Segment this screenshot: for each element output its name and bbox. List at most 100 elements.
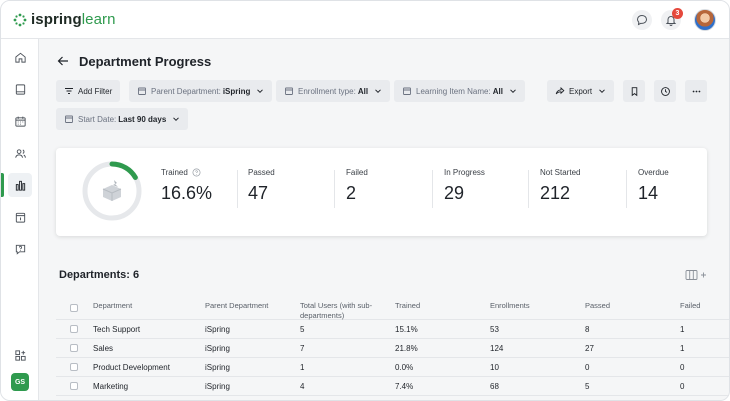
cell-parent-department: iSpring <box>205 363 230 372</box>
stat-divider <box>626 170 627 208</box>
table-row[interactable]: Marketing iSpring 4 7.4% 68 5 0 <box>56 377 729 396</box>
sidebar-item-reports[interactable] <box>8 173 32 197</box>
cell-total-users: 7 <box>300 344 305 353</box>
workspace-badge[interactable]: GS <box>11 373 29 391</box>
cell-parent-department: iSpring <box>205 382 230 391</box>
start-date-label: Start Date: <box>78 114 117 124</box>
sidebar-item-events[interactable] <box>8 205 32 229</box>
row-checkbox[interactable] <box>70 344 78 352</box>
stat-overdue: Overdue 14 <box>638 168 669 204</box>
header-failed[interactable]: Failed <box>680 301 700 311</box>
departments-table: Department Parent Department Total Users… <box>56 298 729 396</box>
table-row[interactable]: Product Development iSpring 1 0.0% 10 0 … <box>56 358 729 377</box>
sidebar-item-add-apps[interactable] <box>8 343 32 367</box>
header-passed[interactable]: Passed <box>585 301 610 311</box>
parent-department-label: Parent Department: <box>151 86 221 96</box>
learning-item-label: Learning Item Name: <box>416 86 491 96</box>
bookmark-icon <box>631 86 637 96</box>
header-department[interactable]: Department <box>93 301 132 311</box>
chevron-down-icon <box>375 89 381 94</box>
cell-department: Sales <box>93 344 114 353</box>
row-checkbox[interactable] <box>70 325 78 333</box>
table-row[interactable]: Tech Support iSpring 5 15.1% 53 8 1 <box>56 320 729 339</box>
cell-parent-department: iSpring <box>205 325 230 334</box>
calendar-icon <box>403 87 411 95</box>
start-date-filter[interactable]: Start Date: Last 90 days <box>56 108 189 130</box>
cell-passed: 0 <box>585 363 590 372</box>
cell-enrollments: 53 <box>490 325 499 334</box>
calendar-icon <box>14 116 26 127</box>
more-dots-icon <box>692 90 700 92</box>
schedule-button[interactable] <box>654 80 676 102</box>
trained-progress-ring <box>82 161 142 221</box>
cell-enrollments: 124 <box>490 344 504 353</box>
ispring-logo-icon <box>13 13 27 26</box>
sidebar-item-help[interactable] <box>8 237 32 261</box>
book-icon <box>15 83 25 95</box>
add-filter-button[interactable]: Add Filter <box>56 80 121 102</box>
help-chat-icon <box>15 244 25 255</box>
stat-trained: Trained 16.6% <box>161 168 212 204</box>
table-row[interactable]: Sales iSpring 7 21.8% 124 27 1 <box>56 339 729 358</box>
app-window: ispringlearn 3 GS Department Progress Ad… <box>0 0 730 401</box>
header-parent-department[interactable]: Parent Department <box>205 301 268 311</box>
stat-divider <box>334 170 335 208</box>
in-progress-value: 29 <box>444 183 465 203</box>
enrollment-type-value: All <box>357 86 369 96</box>
cell-failed: 1 <box>680 325 685 334</box>
cell-passed: 5 <box>585 382 590 391</box>
cell-department: Product Development <box>93 363 170 372</box>
sidebar-item-home[interactable] <box>8 45 32 69</box>
sidebar-item-calendar[interactable] <box>8 109 32 133</box>
page-title: Department Progress <box>79 54 212 69</box>
logo[interactable]: ispringlearn <box>13 11 116 28</box>
column-settings-icon[interactable] <box>685 269 707 281</box>
header-trained[interactable]: Trained <box>395 301 420 311</box>
row-checkbox[interactable] <box>70 382 78 390</box>
more-options-button[interactable] <box>685 80 707 102</box>
bar-chart-icon <box>15 180 25 191</box>
sidebar-item-users[interactable] <box>8 141 32 165</box>
stat-not-started: Not Started 212 <box>540 168 580 204</box>
passed-value: 47 <box>248 183 269 203</box>
stat-divider <box>528 170 529 208</box>
cell-trained: 15.1% <box>395 325 418 334</box>
cell-parent-department: iSpring <box>205 344 230 353</box>
help-circle-icon[interactable] <box>192 168 201 177</box>
sidebar-item-content[interactable] <box>8 77 32 101</box>
trained-label: Trained <box>161 168 188 177</box>
cell-trained: 0.0% <box>395 363 414 372</box>
overdue-value: 14 <box>638 183 659 203</box>
cell-failed: 0 <box>680 363 685 372</box>
header-enrollments[interactable]: Enrollments <box>490 301 530 311</box>
parent-department-filter[interactable]: Parent Department: iSpring <box>129 80 273 102</box>
enrollment-type-filter[interactable]: Enrollment type: All <box>276 80 391 102</box>
departments-count-title: Departments: 6 <box>59 269 140 281</box>
cell-enrollments: 68 <box>490 382 499 391</box>
chat-button[interactable] <box>632 10 652 30</box>
back-arrow-icon[interactable] <box>56 54 70 68</box>
chevron-down-icon <box>173 117 180 122</box>
header-total-users[interactable]: Total Users (with sub-departments) <box>300 301 386 321</box>
calendar-icon <box>65 115 73 123</box>
export-button[interactable]: Export <box>547 80 615 102</box>
cell-trained: 21.8% <box>395 344 418 353</box>
cell-department: Tech Support <box>93 325 141 334</box>
bookmark-button[interactable] <box>623 80 645 102</box>
trained-value: 16.6% <box>161 183 213 203</box>
cell-total-users: 1 <box>300 363 305 372</box>
stat-divider <box>432 170 433 208</box>
parent-department-value: iSpring <box>222 86 251 96</box>
select-all-checkbox[interactable] <box>70 304 78 312</box>
learning-item-filter[interactable]: Learning Item Name: All <box>394 80 525 102</box>
chevron-down-icon <box>510 89 516 94</box>
cell-trained: 7.4% <box>395 382 414 391</box>
date-block-icon <box>15 212 25 223</box>
not-started-value: 212 <box>540 183 571 203</box>
row-checkbox[interactable] <box>70 363 78 371</box>
clock-icon <box>660 86 670 96</box>
not-started-label: Not Started <box>540 168 581 177</box>
cell-total-users: 5 <box>300 325 305 334</box>
user-avatar[interactable] <box>694 9 716 31</box>
cell-enrollments: 10 <box>490 363 499 372</box>
